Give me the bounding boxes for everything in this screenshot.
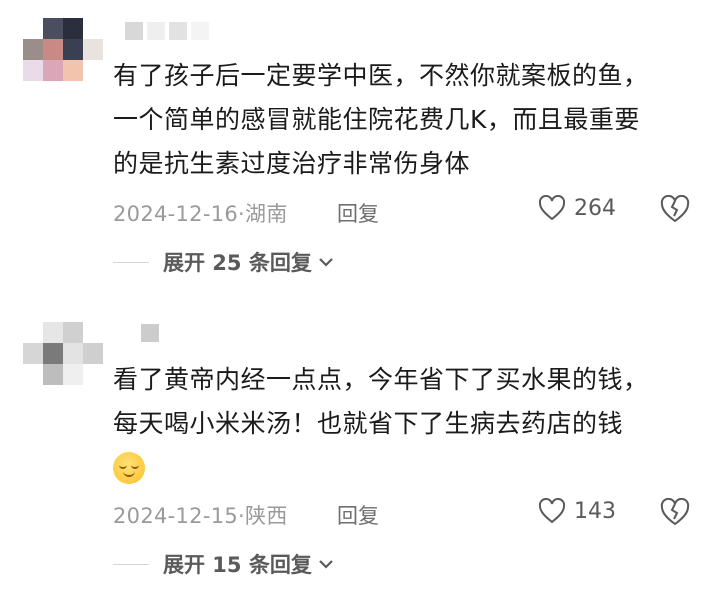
broken-heart-icon xyxy=(660,194,690,223)
comment-text-line: 的是抗生素过度治疗非常伤身体 xyxy=(113,149,471,178)
comment-emoji-line xyxy=(113,446,703,490)
reply-button[interactable]: 回复 xyxy=(337,500,379,530)
username-pixel xyxy=(141,324,159,342)
avatar-pixel xyxy=(43,364,63,385)
chevron-down-icon xyxy=(319,258,333,267)
avatar-pixel xyxy=(43,322,63,343)
avatar-pixel xyxy=(43,60,63,81)
avatar-pixel xyxy=(63,60,83,81)
avatar-pixel xyxy=(83,60,103,81)
username-pixel xyxy=(147,22,165,40)
expand-replies-label: 展开 15 条回复 xyxy=(163,553,312,577)
comment-date-location: 2024-12-15·陕西 xyxy=(113,504,288,528)
avatar-pixel xyxy=(63,364,83,385)
avatar-pixel xyxy=(63,322,83,343)
avatar-pixel xyxy=(23,364,43,385)
heart-outline-icon xyxy=(538,195,566,221)
divider xyxy=(113,261,149,263)
avatar-pixel xyxy=(23,322,43,343)
username-pixel xyxy=(207,324,225,342)
avatar-pixel xyxy=(23,343,43,364)
dislike-button[interactable] xyxy=(660,194,690,227)
comment-text-line: 有了孩子后一定要学中医，不然你就案板的鱼， xyxy=(113,61,649,90)
like-count: 143 xyxy=(574,498,616,524)
avatar-pixel xyxy=(63,343,83,364)
username-pixel xyxy=(191,22,209,40)
avatar-pixel xyxy=(83,322,103,343)
heart-outline-icon xyxy=(538,498,566,524)
comment-text-line: 一个简单的感冒就能住院花费几K，而且最重要 xyxy=(113,105,640,134)
username[interactable] xyxy=(141,324,225,342)
divider xyxy=(113,563,149,565)
expand-replies-label: 展开 25 条回复 xyxy=(163,251,312,275)
chevron-down-icon xyxy=(319,560,333,569)
avatar-pixel xyxy=(63,18,83,39)
username-pixel xyxy=(185,324,203,342)
avatar-pixel xyxy=(83,343,103,364)
like-button[interactable]: 143 xyxy=(538,498,616,524)
broken-heart-icon xyxy=(660,497,690,526)
avatar-pixel xyxy=(43,39,63,60)
username[interactable] xyxy=(125,22,209,40)
comment-text-line: 每天喝小米米汤！也就省下了生病去药店的钱 xyxy=(113,409,624,438)
avatar-pixel xyxy=(83,39,103,60)
avatar[interactable] xyxy=(23,322,103,386)
expand-replies[interactable]: 展开 15 条回复 xyxy=(113,549,334,579)
avatar-pixel xyxy=(23,18,43,39)
smiling-face-emoji xyxy=(113,452,145,484)
comment-text: 看了黄帝内经一点点，今年省下了买水果的钱， 每天喝小米米汤！也就省下了生病去药店… xyxy=(113,358,703,490)
username-pixel xyxy=(163,324,181,342)
like-button[interactable]: 264 xyxy=(538,195,616,221)
avatar-pixel xyxy=(83,364,103,385)
comment-text-line: 看了黄帝内经一点点，今年省下了买水果的钱， xyxy=(113,365,649,394)
avatar-pixel xyxy=(23,60,43,81)
comment-text: 有了孩子后一定要学中医，不然你就案板的鱼， 一个简单的感冒就能住院花费几K，而且… xyxy=(113,54,703,186)
avatar-pixel xyxy=(63,39,83,60)
expand-replies[interactable]: 展开 25 条回复 xyxy=(113,247,334,277)
username-pixel xyxy=(125,22,143,40)
reply-button[interactable]: 回复 xyxy=(337,198,379,228)
like-count: 264 xyxy=(574,195,616,221)
comment-date-location: 2024-12-16·湖南 xyxy=(113,202,288,226)
avatar-pixel xyxy=(23,39,43,60)
avatar-pixel xyxy=(83,18,103,39)
dislike-button[interactable] xyxy=(660,497,690,530)
avatar[interactable] xyxy=(23,18,103,82)
username-pixel xyxy=(169,22,187,40)
avatar-pixel xyxy=(43,18,63,39)
avatar-pixel xyxy=(43,343,63,364)
